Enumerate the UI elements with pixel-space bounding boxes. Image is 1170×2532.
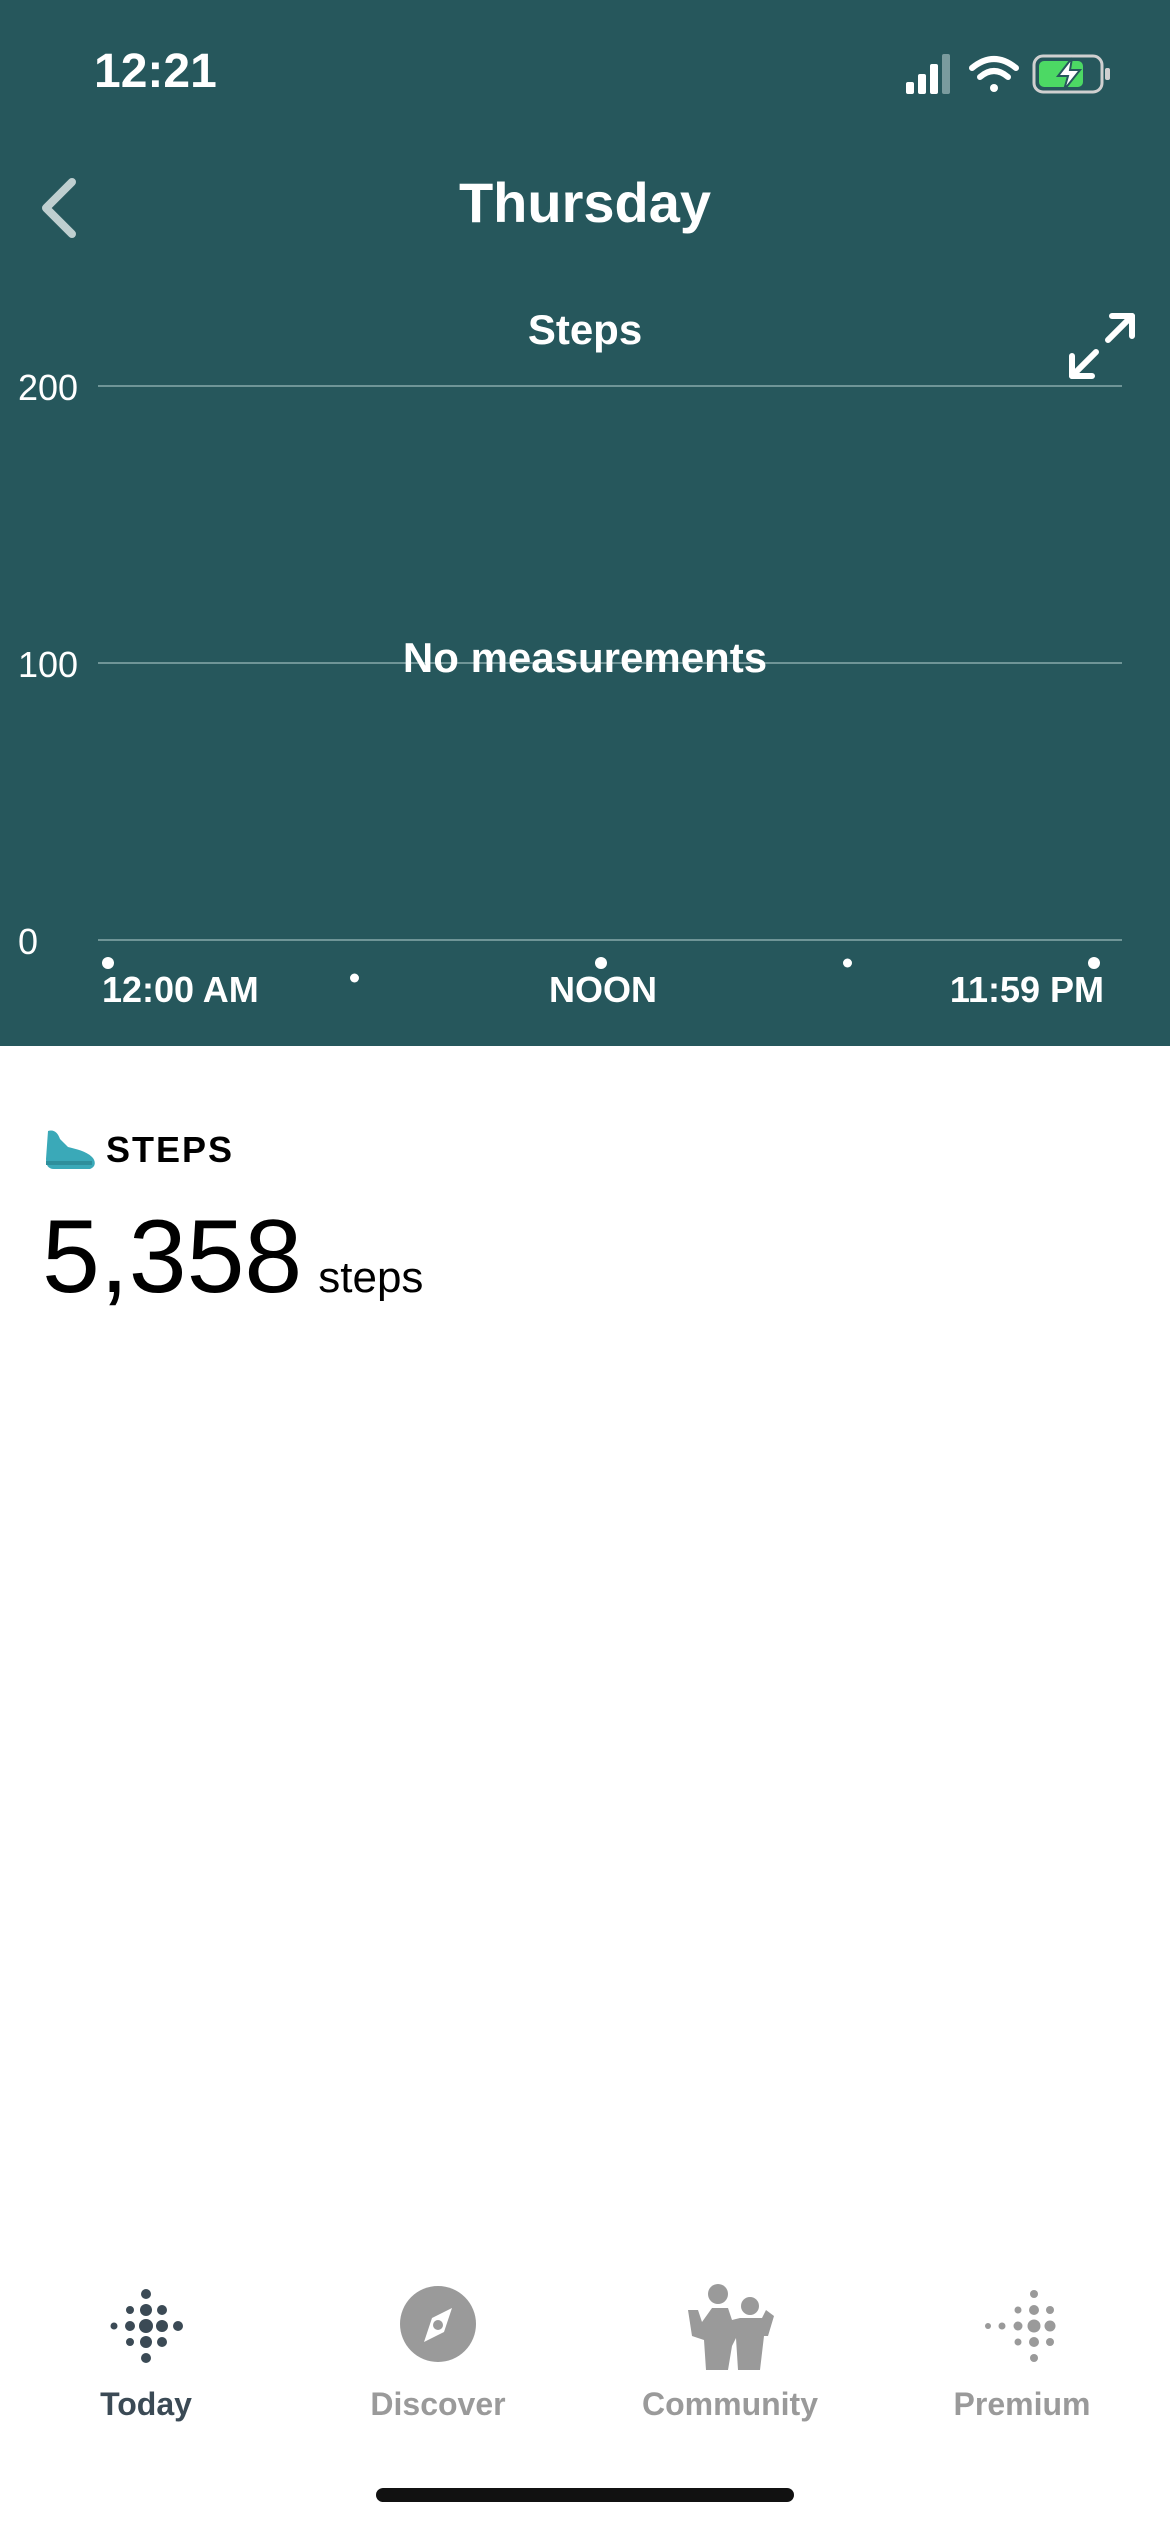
x-tick-dot-2 bbox=[595, 957, 607, 969]
home-indicator bbox=[376, 2488, 794, 2502]
x-tick-dot-3 bbox=[843, 958, 852, 968]
community-icon bbox=[688, 2284, 774, 2370]
tab-bar: Today Discover Community Premium bbox=[0, 2270, 1170, 2430]
x-tick-label-2: 11:59 PM bbox=[950, 969, 1104, 1010]
x-tick-label-0: 12:00 AM bbox=[102, 969, 259, 1010]
y-tick-label-2: 0 bbox=[18, 921, 38, 962]
chart-header: 12:21 Thursday Steps 200 100 0 12:00 AM … bbox=[0, 0, 1170, 1046]
steps-label: STEPS bbox=[106, 1129, 235, 1170]
steps-summary-header: STEPS bbox=[42, 1120, 423, 1180]
steps-value-row: 5,358 steps bbox=[42, 1198, 423, 1317]
steps-value: 5,358 bbox=[42, 1199, 303, 1315]
shoe-icon bbox=[46, 1130, 95, 1169]
tab-discover[interactable]: Discover bbox=[292, 2270, 584, 2430]
steps-chart: 200100012:00 AM NOON 11:59 PM bbox=[18, 367, 1122, 1010]
y-tick-label-0: 200 bbox=[18, 367, 78, 408]
fitbit-dots-icon bbox=[110, 2289, 183, 2363]
x-tick-label-1: NOON bbox=[549, 969, 657, 1010]
compass-icon bbox=[400, 2286, 476, 2362]
steps-summary: STEPS 5,358 steps bbox=[42, 1120, 423, 1317]
tab-today-label: Today bbox=[100, 2386, 192, 2422]
tab-discover-label: Discover bbox=[370, 2386, 506, 2422]
no-measurements-message: No measurements bbox=[402, 634, 768, 681]
premium-dots-icon bbox=[985, 2290, 1056, 2362]
tab-community[interactable]: Community bbox=[584, 2270, 876, 2430]
tab-community-label: Community bbox=[642, 2386, 818, 2422]
tab-premium-label: Premium bbox=[953, 2386, 1091, 2422]
x-tick-dot-0 bbox=[102, 957, 114, 969]
x-tick-dot-4 bbox=[1088, 957, 1100, 969]
x-tick-dot-1 bbox=[350, 973, 359, 983]
steps-unit: steps bbox=[318, 1253, 424, 1302]
tab-premium[interactable]: Premium bbox=[876, 2270, 1168, 2430]
tab-today[interactable]: Today bbox=[0, 2270, 292, 2430]
